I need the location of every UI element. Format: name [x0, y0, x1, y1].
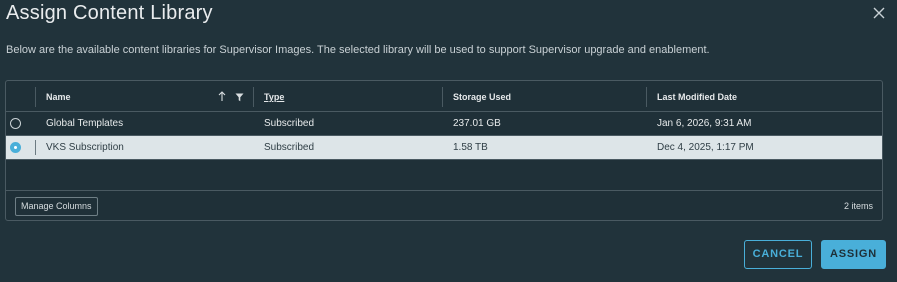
cell-name: Global Templates — [46, 118, 124, 129]
cell-storage: 237.01 GB — [453, 118, 501, 129]
column-header-name[interactable]: Name — [46, 92, 71, 102]
cell-name: VKS Subscription — [46, 142, 124, 153]
column-header-type[interactable]: Type — [264, 92, 284, 102]
manage-columns-button[interactable]: Manage Columns — [15, 197, 98, 216]
column-separator — [442, 87, 443, 107]
table-row[interactable]: Global Templates Subscribed 237.01 GB Ja… — [6, 112, 882, 136]
sort-arrow-icon[interactable] — [217, 91, 227, 102]
item-count: 2 items — [843, 201, 873, 211]
content-library-datagrid: Name Type Storage Used Last Modified Dat… — [5, 80, 883, 221]
table-row-selected[interactable]: VKS Subscription Subscribed 1.58 TB Dec … — [6, 136, 882, 160]
cell-storage: 1.58 TB — [453, 142, 488, 153]
dialog-title: Assign Content Library — [6, 2, 213, 24]
column-separator — [35, 87, 36, 107]
datagrid-header: Name Type Storage Used Last Modified Dat… — [6, 81, 882, 112]
cell-type: Subscribed — [264, 142, 315, 153]
datagrid-footer: Manage Columns 2 items — [6, 190, 882, 221]
column-separator — [646, 87, 647, 107]
row-radio[interactable] — [10, 118, 21, 129]
column-separator — [253, 87, 254, 107]
close-icon[interactable] — [871, 5, 887, 21]
column-separator — [35, 140, 36, 155]
row-radio-selected[interactable] — [10, 142, 21, 153]
assign-button[interactable]: ASSIGN — [821, 240, 886, 269]
cell-type: Subscribed — [264, 118, 315, 129]
column-header-storage-used[interactable]: Storage Used — [453, 92, 511, 102]
cell-modified: Dec 4, 2025, 1:17 PM — [657, 142, 754, 153]
cancel-button[interactable]: CANCEL — [744, 240, 812, 269]
cell-modified: Jan 6, 2026, 9:31 AM — [657, 118, 752, 129]
filter-icon[interactable] — [235, 93, 244, 102]
column-header-last-modified[interactable]: Last Modified Date — [657, 92, 737, 102]
dialog-description: Below are the available content librarie… — [6, 44, 710, 56]
